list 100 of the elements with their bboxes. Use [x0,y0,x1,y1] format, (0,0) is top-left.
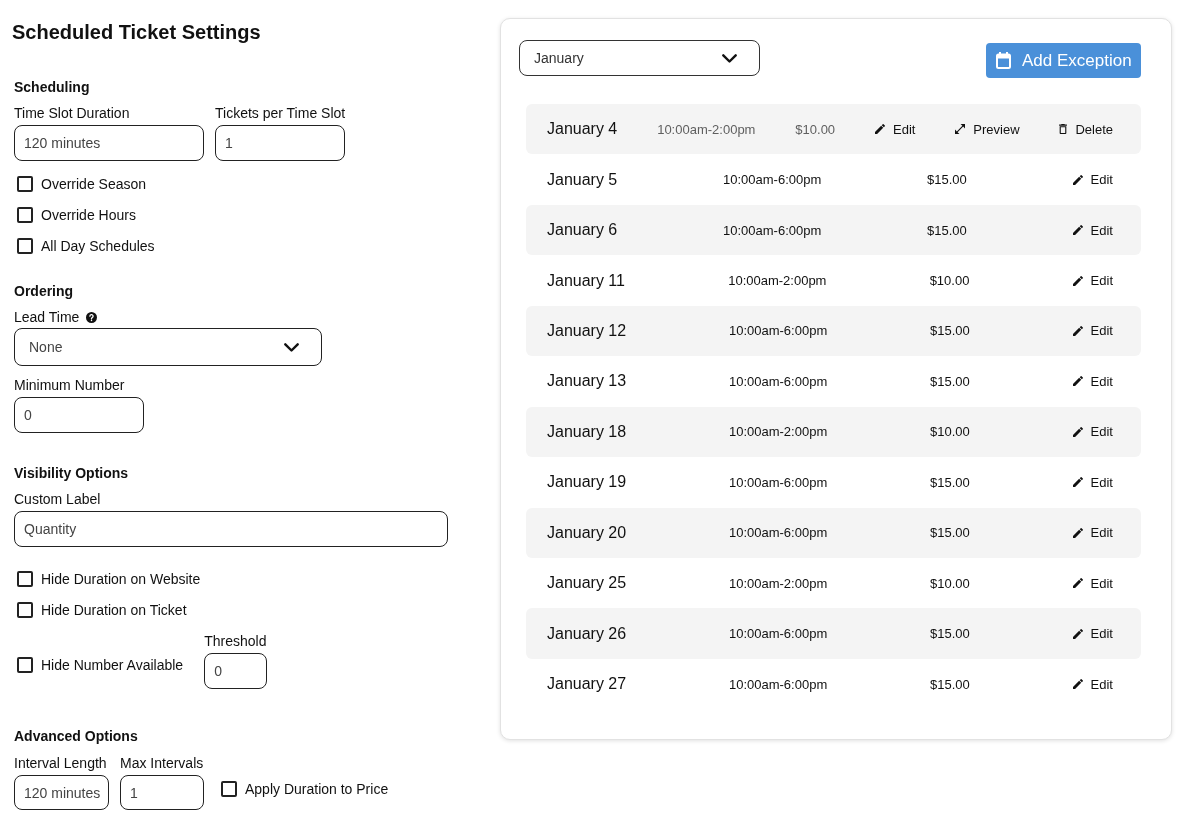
row-date: January 12 [547,321,627,340]
row-date: January 13 [547,372,627,391]
month-dropdown[interactable]: January [519,40,760,76]
edit-button[interactable]: Edit [1072,222,1113,238]
row-time: 10:00am-6:00pm [728,525,828,541]
input-field[interactable]: 0 [204,653,268,689]
pencil-icon [1072,477,1083,488]
row-price: $10.00 [929,273,970,289]
section-heading: Visibility Options [14,464,129,482]
edit-button[interactable]: Edit [1072,373,1113,389]
checkbox-label: Override Hours [41,205,136,224]
checkbox[interactable] [221,781,237,797]
exception-row[interactable]: January 18 10:00am-2:00pm $10.00 Edit [526,406,1141,458]
field-label: Minimum Number [14,376,125,394]
row-date: January 6 [547,221,618,240]
row-date: January 26 [547,624,627,643]
row-date: January 19 [547,473,627,492]
edit-button[interactable]: Edit [1072,626,1113,642]
exception-row[interactable]: January 26 10:00am-6:00pm $15.00 Edit [526,608,1141,659]
checkbox[interactable] [17,206,33,223]
row-price: $10.00 [930,424,970,440]
pencil-icon [1072,174,1083,185]
checkbox-label: Override Season [41,174,147,193]
input-field[interactable]: 1 [120,775,204,810]
row-price: $15.00 [930,626,970,642]
exception-row[interactable]: January 12 10:00am-6:00pm $15.00 Edit [526,305,1141,357]
row-price: $15.00 [930,676,970,692]
checkbox[interactable] [17,657,33,673]
edit-button[interactable]: Edit [875,121,916,137]
row-date: January 4 [547,120,618,139]
field-label: Tickets per Time Slot [215,104,346,122]
row-time: 10:00am-6:00pm [723,172,822,188]
checkbox-label: Hide Duration on Website [41,569,201,588]
pencil-icon [1072,578,1083,589]
input-field[interactable]: 0 [14,397,144,433]
pencil-icon [1072,679,1083,690]
field-label: Max Intervals [120,754,204,772]
exception-row[interactable]: January 20 10:00am-6:00pm $15.00 Edit [526,507,1141,558]
edit-button[interactable]: Edit [1072,525,1113,541]
pencil-icon [875,124,885,135]
trash-icon [1059,124,1068,135]
pencil-icon [1072,628,1083,639]
row-time: 10:00am-6:00pm [728,373,828,389]
section-heading: Ordering [14,282,74,300]
edit-button[interactable]: Edit [1072,323,1113,339]
checkbox-label: Apply Duration to Price [245,780,389,798]
checkbox[interactable] [17,237,33,254]
input-field[interactable]: Quantity [14,511,448,547]
edit-button[interactable]: Edit [1072,424,1113,440]
edit-button[interactable]: Edit [1072,676,1113,692]
row-date: January 5 [547,170,618,189]
chevron-down-icon [284,342,299,352]
field-label: Time Slot Duration [14,104,130,122]
field-label: Threshold [204,632,267,650]
row-date: January 20 [547,523,627,542]
row-time: 10:00am-6:00pm [728,676,828,692]
checkbox-label: Hide Number Available [41,656,184,674]
dropdown[interactable]: None [14,328,322,366]
checkbox[interactable] [17,175,33,192]
row-time: 10:00am-2:00pm [657,121,756,137]
input-field[interactable]: 120 minutes [14,125,204,161]
checkbox[interactable] [17,570,33,587]
pencil-icon [1072,426,1083,437]
field-label: Custom Label [14,490,101,508]
pencil-icon [1072,376,1083,387]
checkbox-label: All Day Schedules [41,236,155,255]
checkbox[interactable] [17,601,33,618]
row-date: January 25 [547,574,627,593]
row-time: 10:00am-2:00pm [728,575,828,591]
section-heading: Scheduling [14,78,90,96]
edit-button[interactable]: Edit [1072,172,1113,188]
delete-button[interactable]: Delete [1059,121,1113,137]
row-price: $10.00 [795,121,836,137]
field-label: Lead Time [14,308,80,326]
pencil-icon [1072,225,1083,236]
pencil-icon [1072,325,1083,336]
input-field[interactable]: 120 minutes [14,775,109,810]
row-price: $15.00 [927,172,967,188]
row-price: $15.00 [930,323,970,339]
row-time: 10:00am-6:00pm [728,626,828,642]
checkbox-label: Hide Duration on Ticket [41,600,187,619]
row-price: $15.00 [927,222,967,238]
row-time: 10:00am-6:00pm [723,222,822,238]
pencil-icon [1072,527,1083,538]
row-price: $15.00 [930,525,970,541]
exception-row[interactable]: January 6 10:00am-6:00pm $15.00 Edit [526,204,1141,256]
exception-row[interactable]: January 4 10:00am-2:00pm $10.00 Edit Preview Delete [526,104,1141,155]
preview-button[interactable]: Preview [955,121,1020,137]
pencil-icon [1072,275,1083,286]
page-title: Scheduled Ticket Settings [12,20,261,44]
expand-arrows-icon [955,124,966,135]
input-field[interactable]: 1 [215,125,345,161]
row-time: 10:00am-2:00pm [728,424,828,440]
row-date: January 18 [547,422,627,441]
edit-button[interactable]: Edit [1072,474,1113,490]
row-time: 10:00am-6:00pm [728,323,828,339]
edit-button[interactable]: Edit [1072,273,1113,289]
edit-button[interactable]: Edit [1072,575,1113,591]
chevron-down-icon [722,53,737,63]
row-price: $15.00 [930,373,970,389]
